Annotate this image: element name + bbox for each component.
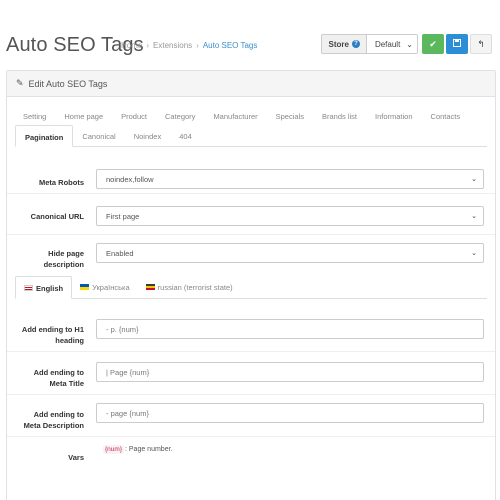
tab-lang-ukrainian-label: Українська [92,283,130,292]
apply-button[interactable] [446,34,468,54]
form-row-meta-title-ending: Add ending to Meta Title | Page {num} [7,352,495,395]
breadcrumb-current[interactable]: Auto SEO Tags [203,41,258,50]
tab-pagination[interactable]: Pagination [15,125,74,147]
meta-robots-label: Meta Robots [39,178,84,187]
canonical-url-label: Canonical URL [30,212,84,221]
help-icon[interactable]: ? [351,40,360,48]
form-row-h1-ending: Add ending to H1 heading - p. {num} [7,309,495,352]
tab-manufacturer[interactable]: Manufacturer [213,112,257,121]
tab-brands-list[interactable]: Brands list [322,112,357,121]
check-icon: ✔ [429,38,437,49]
toolbar: Store ? Default ⌄ ✔ ↰ [321,34,492,54]
hide-page-description-label: Hide page description [44,248,84,270]
chevron-down-icon: ⌄ [471,250,477,257]
store-selector: Store ? Default ⌄ [321,34,418,54]
meta-title-ending-label: Add ending to Meta Title [34,367,84,389]
breadcrumb: Home › Extensions › Auto SEO Tags [121,41,257,50]
breadcrumb-home[interactable]: Home [121,41,142,50]
meta-title-ending-label-line2: Meta Title [49,379,84,388]
tab-lang-english-label: English [36,284,64,293]
vars-num-tag: {num} [103,445,124,454]
canonical-url-value: First page [106,211,140,221]
tab-404[interactable]: 404 [170,125,201,146]
tab-noindex[interactable]: Noindex [125,125,171,146]
tab-setting[interactable]: Setting [23,112,46,121]
h1-ending-input[interactable]: - p. {num} [96,319,484,339]
pencil-icon: ✎ [16,78,24,88]
store-label-text: Store [328,39,349,49]
uk-flag-icon [24,285,33,291]
meta-robots-value: noindex,follow [106,174,154,184]
chevron-down-icon: ⌄ [471,176,477,183]
meta-robots-select[interactable]: noindex,follow ⌄ [96,169,484,189]
tab-information[interactable]: Information [375,112,413,121]
edit-panel: ✎ Edit Auto SEO Tags Setting Home page P… [6,70,496,500]
hide-page-description-select[interactable]: Enabled ⌄ [96,243,484,263]
chevron-down-icon: ⌄ [471,213,477,220]
language-tabs: English Українська russian (terrorist st… [15,276,487,299]
tabs-top: Setting Home page Product Category Manuf… [23,112,478,121]
breadcrumb-extensions[interactable]: Extensions [153,41,192,50]
form-row-hide-page-description: Hide page description Enabled ⌄ [7,235,495,275]
store-select[interactable]: Default ⌄ [366,35,417,53]
flag-icon [145,284,155,290]
tab-canonical[interactable]: Canonical [73,125,124,146]
tab-specials[interactable]: Specials [276,112,304,121]
h1-ending-label: Add ending to H1 heading [22,324,84,346]
meta-title-ending-label-line1: Add ending to [33,368,84,377]
vars-description: : Page number. [125,446,173,453]
ukraine-flag-icon [80,284,90,290]
back-button[interactable]: ↰ [470,34,492,54]
tab-product[interactable]: Product [121,112,147,121]
panel-heading-text: Edit Auto SEO Tags [28,78,108,89]
floppy-icon [453,39,461,49]
h1-ending-label-line1: Add ending to H1 [21,325,84,334]
panel-heading: ✎ Edit Auto SEO Tags [7,71,495,97]
meta-description-ending-label-line2: Meta Description [23,421,84,430]
meta-title-ending-input[interactable]: | Page {num} [96,362,484,382]
tab-lang-english[interactable]: English [15,276,73,299]
form-row-meta-robots: Meta Robots noindex,follow ⌄ [7,159,495,194]
chevron-down-icon: ⌄ [406,39,413,49]
meta-description-ending-label-line1: Add ending to [33,410,84,419]
h1-ending-label-line2: heading [55,336,84,345]
tab-category[interactable]: Category [165,112,195,121]
tab-lang-russian-label: russian (terrorist state) [157,283,233,292]
tab-lang-russian[interactable]: russian (terrorist state) [138,276,241,298]
breadcrumb-separator: › [196,41,199,50]
hide-page-description-value: Enabled [106,248,134,258]
meta-description-ending-input[interactable]: - page {num} [96,403,484,423]
tab-lang-ukrainian[interactable]: Українська [72,276,138,298]
vars-label: Vars [68,453,84,462]
store-select-value: Default [374,39,401,49]
reply-icon: ↰ [477,38,485,49]
hide-page-description-label-line1: Hide page [48,249,84,258]
tabs-second: Pagination Canonical Noindex 404 [15,125,487,147]
tab-home-page[interactable]: Home page [64,112,103,121]
canonical-url-select[interactable]: First page ⌄ [96,206,484,226]
hide-page-description-label-line2: description [43,260,84,269]
form-row-vars: Vars {num} : Page number. [7,437,495,477]
meta-description-ending-label: Add ending to Meta Description [24,409,84,431]
breadcrumb-separator: › [146,41,150,50]
form-row-canonical-url: Canonical URL First page ⌄ [7,194,495,235]
tab-contacts[interactable]: Contacts [431,112,461,121]
save-button[interactable]: ✔ [422,34,444,54]
form-row-meta-description-ending: Add ending to Meta Description - page {n… [7,395,495,437]
store-label: Store ? [322,35,367,53]
